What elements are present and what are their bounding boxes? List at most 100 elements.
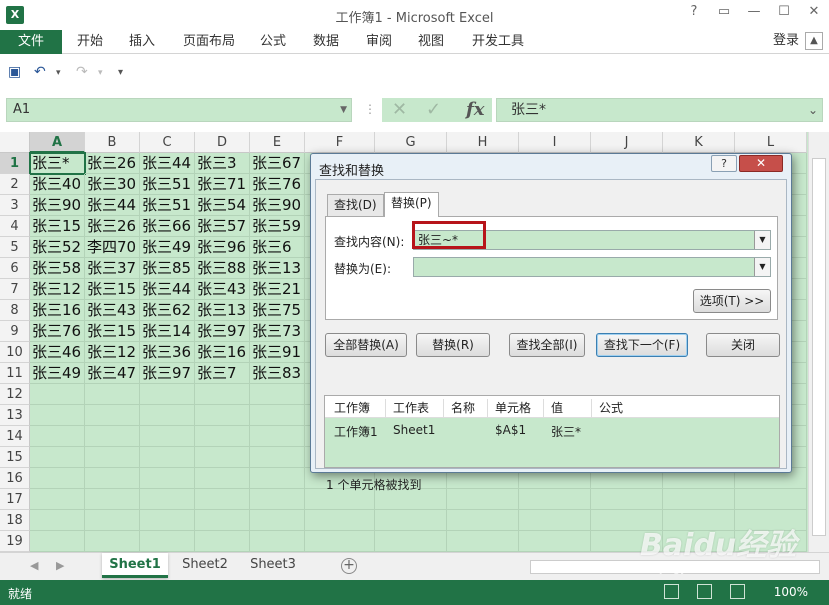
cell-c11[interactable]: 张三97 [140,363,195,384]
zoom-level[interactable]: 100% [774,585,808,599]
cell-d4[interactable]: 张三57 [195,216,250,237]
cell-a2[interactable]: 张三40 [30,174,85,195]
cell-h17[interactable] [447,489,519,510]
cell-c3[interactable]: 张三51 [140,195,195,216]
cell-e14[interactable] [250,426,305,447]
cell-c12[interactable] [140,384,195,405]
tab-view[interactable]: 视图 [418,30,444,53]
cell-b10[interactable]: 张三12 [85,342,140,363]
row-header-18[interactable]: 18 [0,510,30,531]
cell-b8[interactable]: 张三43 [85,300,140,321]
cell-e2[interactable]: 张三76 [250,174,305,195]
cell-d18[interactable] [195,510,250,531]
dialog-close-icon[interactable]: ✕ [739,155,783,172]
cell-g19[interactable] [375,531,447,552]
cell-c1[interactable]: 张三44 [140,153,195,174]
cell-e9[interactable]: 张三73 [250,321,305,342]
cell-f18[interactable] [305,510,375,531]
cell-a6[interactable]: 张三58 [30,258,85,279]
cell-e12[interactable] [250,384,305,405]
cell-a5[interactable]: 张三52 [30,237,85,258]
formula-bar-grip-icon[interactable]: ⋮ [364,102,376,116]
cell-c4[interactable]: 张三66 [140,216,195,237]
save-icon[interactable]: ▣ [8,64,21,80]
column-header-c[interactable]: C [140,132,195,153]
cell-e18[interactable] [250,510,305,531]
cell-e5[interactable]: 张三6 [250,237,305,258]
cell-d14[interactable] [195,426,250,447]
tab-data[interactable]: 数据 [313,30,339,53]
cell-b19[interactable] [85,531,140,552]
cell-c5[interactable]: 张三49 [140,237,195,258]
cell-d1[interactable]: 张三3 [195,153,250,174]
row-header-12[interactable]: 12 [0,384,30,405]
normal-view-icon[interactable] [664,584,679,599]
cell-c17[interactable] [140,489,195,510]
find-all-button[interactable]: 查找全部(I) [509,333,585,357]
enter-check-icon[interactable]: ✓ [426,99,441,120]
replace-dropdown-icon[interactable]: ▼ [754,258,770,276]
cell-d6[interactable]: 张三88 [195,258,250,279]
login-link[interactable]: 登录 [773,30,799,51]
maximize-icon[interactable]: ☐ [769,4,799,19]
col-formula[interactable]: 公式 [599,399,623,416]
cancel-icon[interactable]: ✕ [392,99,407,120]
cell-d2[interactable]: 张三71 [195,174,250,195]
col-workbook[interactable]: 工作簿 [334,399,370,416]
cell-c10[interactable]: 张三36 [140,342,195,363]
row-header-3[interactable]: 3 [0,195,30,216]
scroll-thumb[interactable] [812,158,826,536]
col-sheet[interactable]: 工作表 [393,399,429,416]
cell-d8[interactable]: 张三13 [195,300,250,321]
cell-f19[interactable] [305,531,375,552]
cell-a16[interactable] [30,468,85,489]
row-header-11[interactable]: 11 [0,363,30,384]
cell-a7[interactable]: 张三12 [30,279,85,300]
customize-qat-icon[interactable]: ▾ [118,67,123,78]
cell-b15[interactable] [85,447,140,468]
cell-b1[interactable]: 张三26 [85,153,140,174]
sheet-tab-2[interactable]: Sheet2 [172,553,238,578]
cell-c15[interactable] [140,447,195,468]
cell-b5[interactable]: 李四70 [85,237,140,258]
cell-c9[interactable]: 张三14 [140,321,195,342]
cell-d16[interactable] [195,468,250,489]
cell-i19[interactable] [519,531,591,552]
cell-e19[interactable] [250,531,305,552]
options-button[interactable]: 选项(T) >> [693,289,771,313]
cell-a3[interactable]: 张三90 [30,195,85,216]
row-header-8[interactable]: 8 [0,300,30,321]
cell-b4[interactable]: 张三26 [85,216,140,237]
replace-with-input[interactable]: ▼ [413,257,771,277]
column-header-g[interactable]: G [375,132,447,153]
cell-a9[interactable]: 张三76 [30,321,85,342]
column-header-j[interactable]: J [591,132,663,153]
col-cell[interactable]: 单元格 [495,399,531,416]
undo-dropdown-icon[interactable]: ▾ [56,68,61,78]
cell-c13[interactable] [140,405,195,426]
tab-formulas[interactable]: 公式 [260,30,286,53]
expand-formula-icon[interactable]: ⌄ [808,99,818,121]
row-header-6[interactable]: 6 [0,258,30,279]
col-value[interactable]: 值 [551,399,563,416]
cell-e15[interactable] [250,447,305,468]
cell-a18[interactable] [30,510,85,531]
cell-c19[interactable] [140,531,195,552]
name-box[interactable]: A1 ▼ [6,98,352,122]
column-header-i[interactable]: I [519,132,591,153]
cell-b16[interactable] [85,468,140,489]
cell-b14[interactable] [85,426,140,447]
cell-a10[interactable]: 张三46 [30,342,85,363]
replace-button[interactable]: 替换(R) [416,333,490,357]
cell-b2[interactable]: 张三30 [85,174,140,195]
cell-a8[interactable]: 张三16 [30,300,85,321]
row-header-19[interactable]: 19 [0,531,30,552]
column-header-a[interactable]: A [30,132,85,153]
result-row[interactable]: 工作簿1 Sheet1 $A$1 张三* [325,420,779,440]
row-header-4[interactable]: 4 [0,216,30,237]
cell-d9[interactable]: 张三97 [195,321,250,342]
column-header-d[interactable]: D [195,132,250,153]
cell-d12[interactable] [195,384,250,405]
close-button[interactable]: 关闭 [706,333,780,357]
vertical-scrollbar[interactable] [808,132,829,552]
